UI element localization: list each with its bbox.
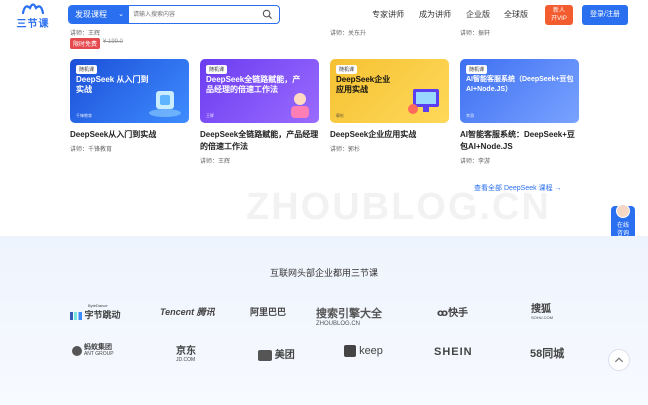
partner-logo-antgroup: 蚂蚁集团 ANT GROUP bbox=[72, 344, 114, 358]
search-icon[interactable] bbox=[262, 9, 273, 20]
old-price: ¥ 199.0 bbox=[103, 39, 124, 45]
login-register-button[interactable]: 登录/注册 bbox=[582, 5, 628, 25]
prev-card-4-lecturer: 讲师：振轩 bbox=[460, 31, 491, 37]
ai-cube-illustration-icon bbox=[149, 91, 181, 117]
card-brand: 郭杉 bbox=[336, 113, 344, 118]
course-card-4-image[interactable]: 随机课 AI智能客服系统（DeepSeek+豆包AI+Node.JS） 李游 bbox=[460, 59, 579, 123]
search-input[interactable] bbox=[133, 7, 253, 22]
course-card-1-lecturer: 讲师：千锋教育 bbox=[70, 147, 113, 153]
partner-logo-58: 58同城 bbox=[530, 348, 565, 360]
partners-title: 互联网头部企业都用三节课 bbox=[269, 268, 378, 278]
watermark-text: ZHOUBLOG.CN bbox=[246, 186, 551, 228]
vip-button[interactable]: 新人 开VIP bbox=[545, 5, 573, 25]
card-brand: 王辉 bbox=[206, 113, 214, 118]
partner-logo-bytedance: ByteDance 字节跳动 bbox=[70, 303, 121, 321]
partner-logo-tencent: Tencent 腾讯 bbox=[160, 307, 215, 317]
course-card-2-image[interactable]: 随机课 DeepSeek全链路赋能，产品经理的倍速工作法 王辉 bbox=[200, 59, 319, 123]
card-brand: 千锋教育 bbox=[76, 113, 92, 118]
top-header: 三节课 发现课程 ⌄ 专家讲师 成为讲师 企业版 全球版 新人 开VIP 登录/… bbox=[0, 0, 648, 30]
course-card-2-title[interactable]: DeepSeek全链路赋能，产品经理的倍速工作法 bbox=[200, 129, 320, 153]
nav-expert-lecturers[interactable]: 专家讲师 bbox=[372, 9, 404, 20]
search-category-dropdown[interactable]: 发现课程 ⌄ bbox=[69, 6, 129, 23]
search-category-label: 发现课程 bbox=[75, 10, 107, 19]
partner-logo-kuaishou: ꝏ快手 bbox=[437, 308, 469, 319]
course-card-3-lecturer: 讲师：郭杉 bbox=[330, 147, 361, 153]
free-badge: 限时免费 bbox=[70, 38, 101, 49]
card-tag: 随机课 bbox=[466, 65, 488, 74]
person-illustration-icon bbox=[291, 93, 309, 118]
nav-global[interactable]: 全球版 bbox=[504, 9, 528, 20]
vip-line1: 新人 bbox=[552, 8, 565, 14]
nav-become-lecturer[interactable]: 成为讲师 bbox=[419, 9, 451, 20]
card-brand: 李游 bbox=[466, 113, 474, 118]
partner-logo-sohu: 搜狐 SOHU.COM bbox=[531, 304, 553, 320]
vip-line2: 开VIP bbox=[551, 16, 567, 22]
card-image-title: DeepSeek企业应用实战 bbox=[336, 75, 391, 94]
search-bar: 发现课程 ⌄ bbox=[68, 5, 280, 24]
computer-illustration-icon bbox=[408, 89, 439, 114]
course-card-1-image[interactable]: 随机课 DeepSeek 从入门到实战 千锋教育 bbox=[70, 59, 189, 123]
course-card-3-title[interactable]: DeepSeek企业应用实战 bbox=[330, 129, 450, 141]
course-card-1-title[interactable]: DeepSeek从入门到实战 bbox=[70, 129, 190, 141]
partner-logo-shein: SHEIN bbox=[434, 346, 473, 358]
partner-logo-watermark: 搜索引擎大全 ZHOUBLOG.CN bbox=[316, 308, 382, 327]
back-to-top-icon[interactable] bbox=[608, 349, 630, 371]
card-tag: 随机课 bbox=[336, 65, 358, 74]
course-card-4-title[interactable]: AI智能客服系统：DeepSeek+豆包AI+Node.JS bbox=[460, 129, 580, 153]
card-tag: 随机课 bbox=[76, 65, 98, 74]
course-card-4-lecturer: 讲师：李游 bbox=[460, 159, 491, 165]
partner-logo-meituan: 美团 bbox=[258, 346, 295, 361]
consultant-avatar bbox=[616, 204, 630, 218]
prev-card-1-lecturer: 讲师：王辉 bbox=[70, 31, 101, 37]
partner-logo-alibaba: 阿里巴巴 bbox=[250, 307, 287, 317]
course-card-3-image[interactable]: 随机课 DeepSeek企业应用实战 郭杉 bbox=[330, 59, 449, 123]
chevron-down-icon: ⌄ bbox=[118, 11, 124, 18]
partner-logo-jd: 京东 JD.COM bbox=[176, 346, 196, 363]
card-image-title: AI智能客服系统（DeepSeek+豆包AI+Node.JS） bbox=[466, 76, 574, 93]
logo-mark-icon bbox=[22, 3, 44, 14]
prev-card-3-lecturer: 讲师：关东升 bbox=[330, 31, 367, 37]
logo[interactable]: 三节课 bbox=[14, 2, 52, 30]
card-image-title: DeepSeek 从入门到实战 bbox=[76, 75, 149, 94]
nav-enterprise[interactable]: 企业版 bbox=[466, 9, 490, 20]
logo-text: 三节课 bbox=[16, 19, 50, 30]
card-tag: 随机课 bbox=[206, 65, 228, 74]
partner-logo-keep: keep bbox=[344, 345, 383, 358]
course-card-2-lecturer: 讲师：王辉 bbox=[200, 159, 231, 165]
